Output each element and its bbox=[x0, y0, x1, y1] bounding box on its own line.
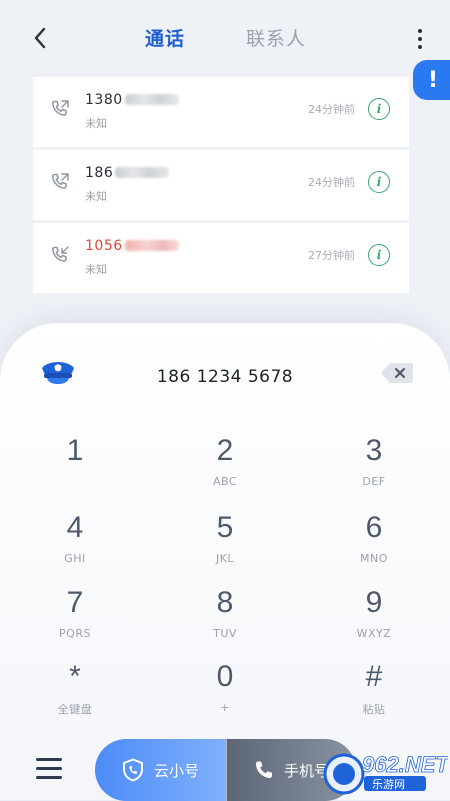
police-cap-icon bbox=[42, 362, 74, 384]
key-3[interactable]: 3 DEF bbox=[319, 434, 429, 500]
call-number-text: 186 bbox=[85, 165, 114, 181]
key-letters: 粘贴 bbox=[362, 703, 386, 716]
phone-icon bbox=[255, 761, 272, 778]
outgoing-call-icon bbox=[52, 173, 69, 189]
key-digit: 0 bbox=[216, 660, 234, 693]
cloud-number-call-label: 云小号 bbox=[153, 761, 199, 780]
info-icon[interactable]: i bbox=[368, 171, 390, 193]
key-0[interactable]: 0 + bbox=[170, 660, 280, 726]
key-5[interactable]: 5 JKL bbox=[170, 511, 280, 577]
key-digit: 1 bbox=[66, 434, 84, 467]
alert-button[interactable]: ! bbox=[413, 60, 450, 100]
key-letters: ABC bbox=[212, 475, 238, 488]
key-letters: + bbox=[220, 701, 230, 714]
incoming-call-icon bbox=[52, 246, 69, 262]
key-letters: JKL bbox=[215, 552, 235, 565]
menu-line-icon bbox=[36, 758, 62, 761]
cloud-number-call-button[interactable]: 云小号 bbox=[95, 739, 226, 801]
key-digit: 4 bbox=[66, 511, 84, 544]
menu-button[interactable] bbox=[36, 758, 62, 784]
key-letters: GHI bbox=[64, 552, 86, 565]
tab-contacts[interactable]: 联系人 bbox=[246, 25, 306, 53]
call-number-text: 1056 bbox=[85, 238, 123, 254]
key-8[interactable]: 8 TUV bbox=[170, 586, 280, 652]
call-time: 24分钟前 bbox=[308, 176, 355, 189]
backspace-button[interactable] bbox=[380, 361, 414, 385]
info-icon[interactable]: i bbox=[368, 98, 390, 120]
call-log-item[interactable]: 1056 未知 27分钟前 i bbox=[33, 223, 409, 293]
key-letters bbox=[20, 475, 130, 488]
key-hash[interactable]: # 粘贴 bbox=[319, 660, 429, 726]
more-dot-icon bbox=[418, 29, 422, 33]
menu-line-icon bbox=[36, 767, 62, 770]
key-digit: 5 bbox=[216, 511, 234, 544]
phone-number-call-label: 手机号 bbox=[283, 761, 329, 780]
call-location: 未知 bbox=[85, 117, 107, 130]
key-1[interactable]: 1 bbox=[20, 434, 130, 500]
exclamation-icon: ! bbox=[428, 67, 439, 93]
key-2[interactable]: 2 ABC bbox=[170, 434, 280, 500]
more-dot-icon bbox=[418, 45, 422, 49]
key-star[interactable]: * 全键盘 bbox=[20, 660, 130, 726]
call-number: 1056 bbox=[85, 238, 179, 254]
call-location: 未知 bbox=[85, 263, 107, 276]
back-button[interactable] bbox=[24, 22, 56, 54]
shield-phone-icon bbox=[122, 758, 143, 782]
key-4[interactable]: 4 GHI bbox=[20, 511, 130, 577]
call-log-list: 1380 未知 24分钟前 i 186 未知 24分钟前 i 1056 未知 2… bbox=[33, 77, 409, 296]
more-dot-icon bbox=[418, 37, 422, 41]
key-letters: WXYZ bbox=[356, 627, 392, 640]
menu-line-icon bbox=[36, 776, 62, 779]
chevron-left-icon bbox=[34, 27, 46, 49]
redacted-digits bbox=[124, 94, 179, 105]
key-letters: PQRS bbox=[59, 627, 91, 640]
key-letters: 全键盘 bbox=[57, 703, 93, 716]
key-digit: 8 bbox=[216, 586, 234, 619]
redacted-digits bbox=[124, 240, 179, 251]
key-digit: 2 bbox=[216, 434, 234, 467]
info-icon[interactable]: i bbox=[368, 244, 390, 266]
key-digit: # bbox=[365, 660, 383, 693]
key-7[interactable]: 7 PQRS bbox=[20, 586, 130, 652]
key-digit: * bbox=[69, 660, 81, 693]
call-number: 186 bbox=[85, 165, 170, 181]
call-number-text: 1380 bbox=[85, 92, 123, 108]
phone-number-call-button[interactable]: 手机号 bbox=[226, 739, 356, 801]
dial-pad: 186 1234 5678 1 2 ABC 3 DEF 4 GHI 5 JKL … bbox=[0, 323, 450, 800]
tab-calls[interactable]: 通话 bbox=[145, 25, 185, 53]
key-digit: 7 bbox=[66, 586, 84, 619]
redacted-digits bbox=[115, 167, 170, 178]
key-letters: MNO bbox=[360, 552, 388, 565]
call-number: 1380 bbox=[85, 92, 179, 108]
key-6[interactable]: 6 MNO bbox=[319, 511, 429, 577]
key-letters: DEF bbox=[362, 475, 386, 488]
outgoing-call-icon bbox=[52, 100, 69, 116]
key-digit: 6 bbox=[365, 511, 383, 544]
dial-number-display: 186 1234 5678 bbox=[156, 367, 294, 387]
key-letters: TUV bbox=[213, 627, 237, 640]
call-time: 27分钟前 bbox=[308, 249, 355, 262]
call-location: 未知 bbox=[85, 190, 107, 203]
call-log-item[interactable]: 1380 未知 24分钟前 i bbox=[33, 77, 409, 147]
top-bar: 通话 联系人 bbox=[0, 0, 450, 78]
key-9[interactable]: 9 WXYZ bbox=[319, 586, 429, 652]
call-log-item[interactable]: 186 未知 24分钟前 i bbox=[33, 150, 409, 220]
call-time: 24分钟前 bbox=[308, 103, 355, 116]
more-options-button[interactable] bbox=[406, 24, 434, 54]
key-digit: 9 bbox=[365, 586, 383, 619]
key-digit: 3 bbox=[365, 434, 383, 467]
